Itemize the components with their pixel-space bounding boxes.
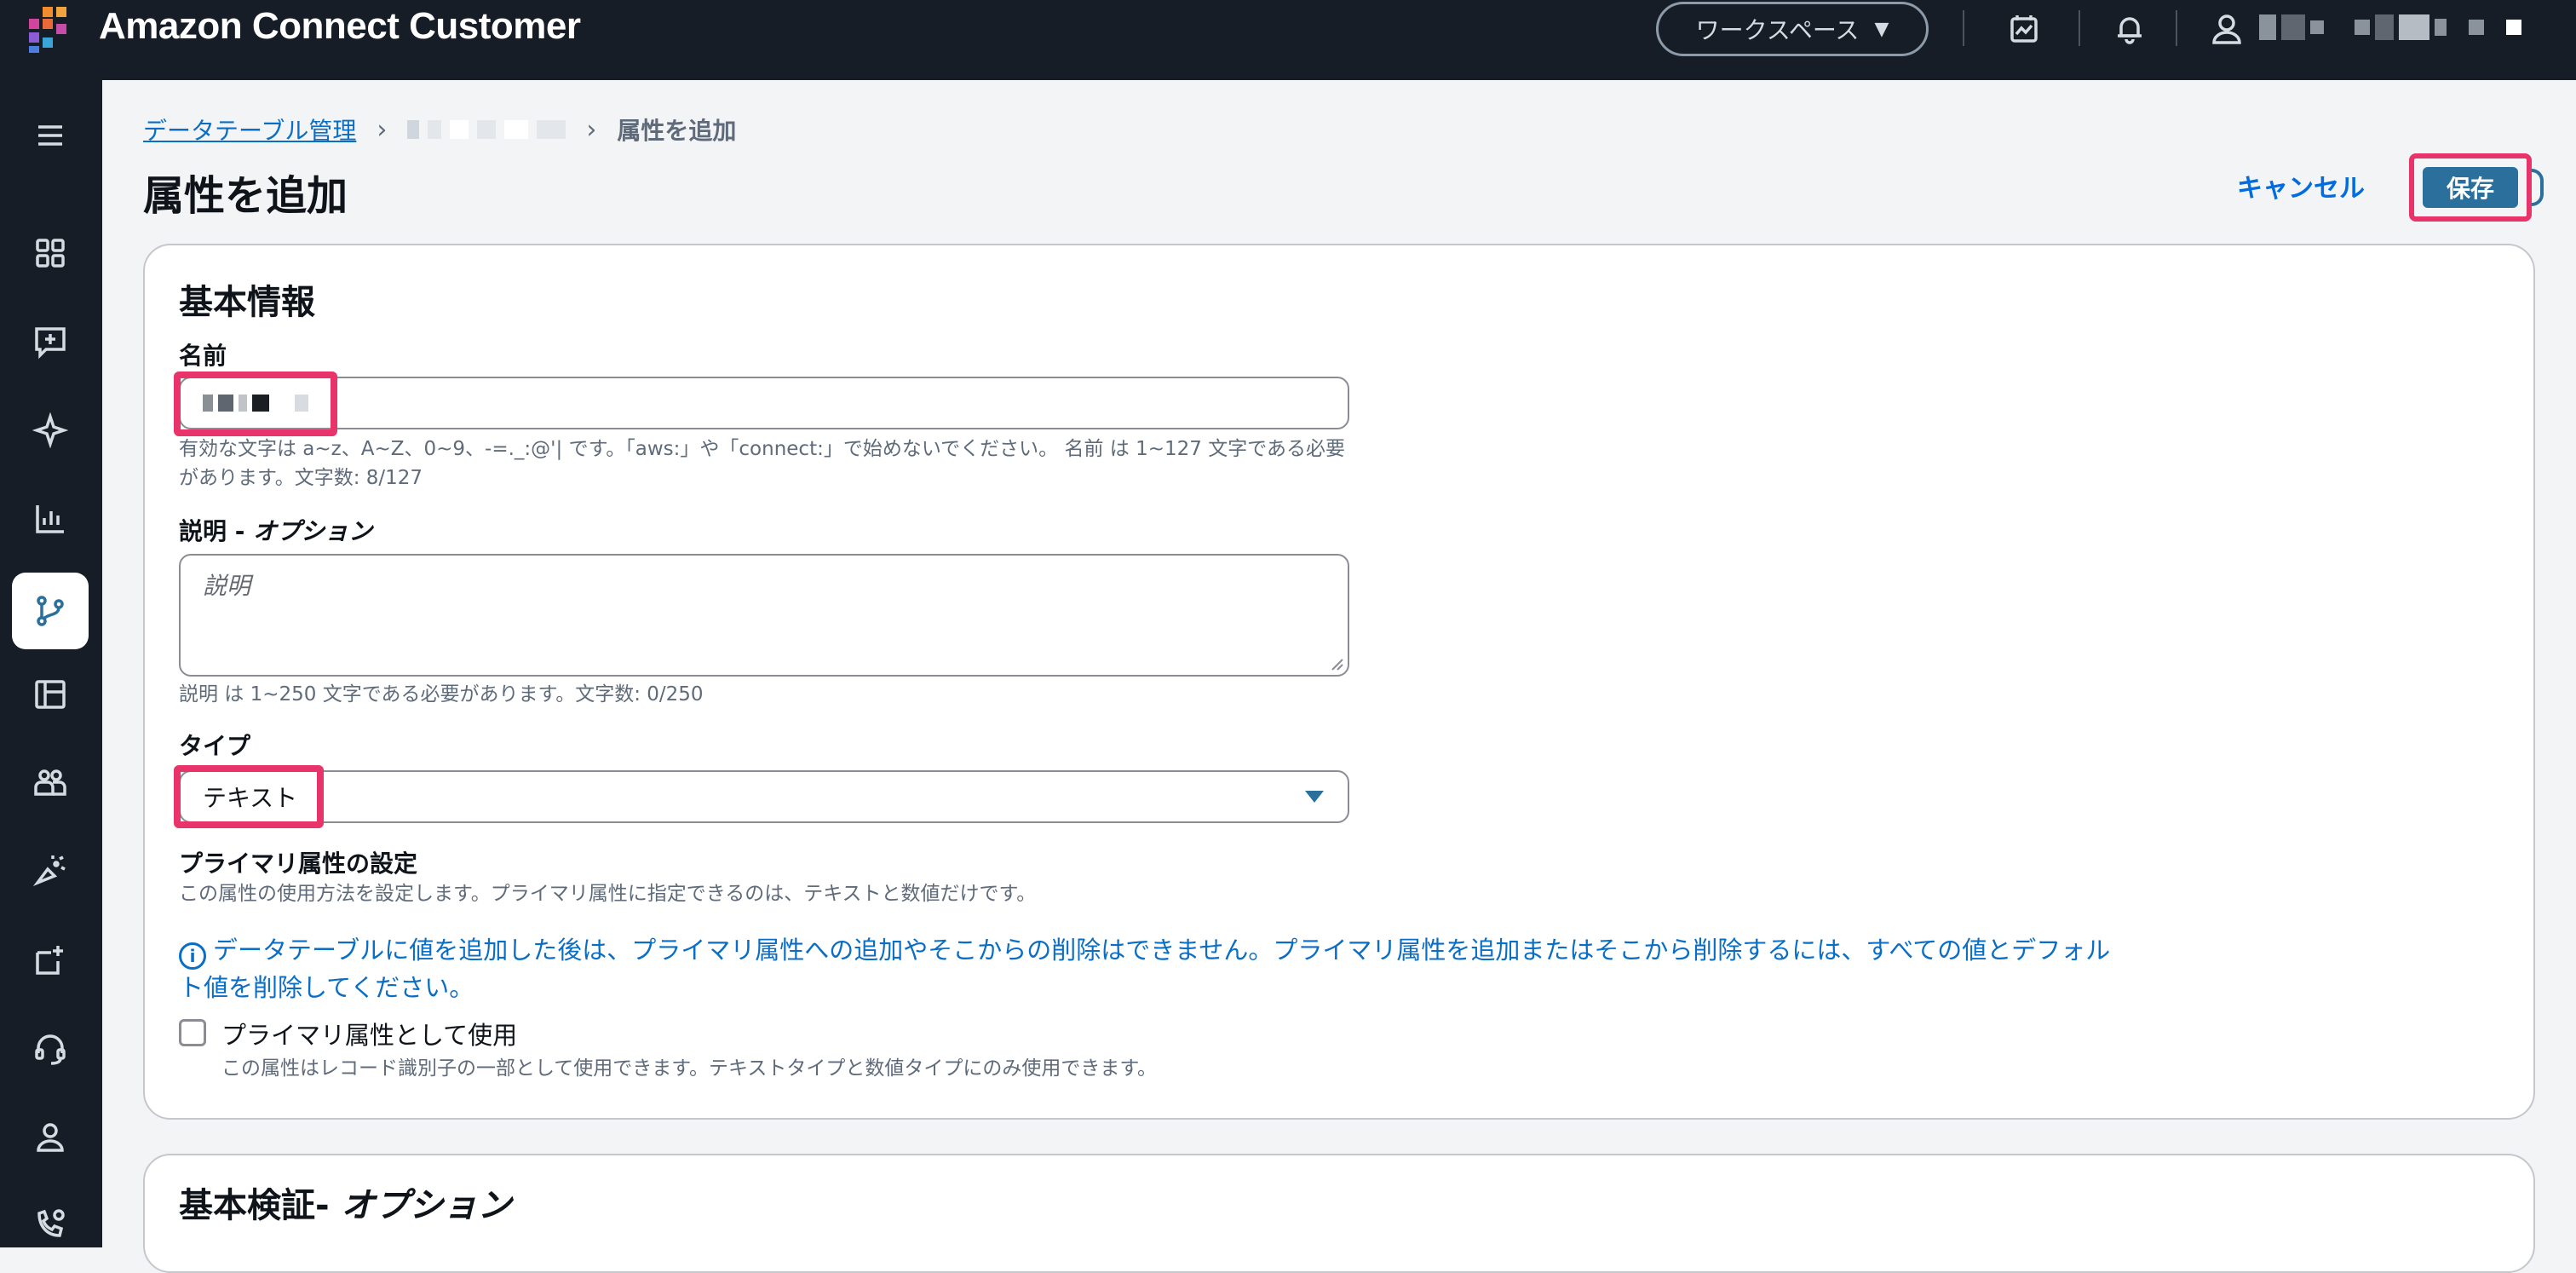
users-icon [34,769,66,796]
validation-panel: 基本検証- オプション [143,1154,2535,1273]
description-label: 説明 - オプション [179,513,372,547]
type-selected-value: テキスト [203,784,298,812]
breadcrumb-table-name-redacted[interactable] [407,120,566,139]
headset-icon [35,1034,66,1065]
basic-info-panel: 基本情報 名前 有効な文字は a~z、A~Z、0~9、-=._:@'| です。「… [143,244,2535,1120]
type-select[interactable]: テキスト [179,770,1349,823]
name-value-redacted [203,395,308,412]
workspace-label: ワークスペース [1695,16,1860,44]
sparkle-icon [32,412,68,448]
calendar-chart-icon[interactable] [2007,12,2041,46]
nav-ai[interactable] [12,392,89,469]
table-layout-icon [35,680,66,709]
save-button-highlight: 保存 [2409,153,2532,222]
chevron-right-icon: › [377,114,388,145]
page-title: 属性を追加 [143,172,348,220]
description-label-optional: オプション [253,517,373,545]
caret-down-icon [1305,791,1324,803]
top-divider [1963,10,1964,46]
top-bar: Amazon Connect Customer ワークスペース ▼ [0,0,2576,80]
phone-settings-icon [37,1209,65,1237]
nav-integrations[interactable] [12,922,89,999]
section-title-validation: 基本検証- オプション [179,1178,512,1227]
workspace-dropdown[interactable]: ワークスペース ▼ [1656,2,1929,56]
nav-layout[interactable] [12,656,89,733]
primary-settings-title: プライマリ属性の設定 [179,850,418,878]
primary-info-text: データテーブルに値を追加した後は、プライマリ属性への追加やそこからの削除はできま… [179,936,2111,1002]
nav-routing[interactable] [12,573,89,649]
resize-grip-icon[interactable] [1329,656,1344,671]
validation-title-text: 基本検証- [179,1186,342,1225]
app-plus-icon [36,946,63,975]
top-divider [2176,10,2177,46]
person-icon [37,1123,64,1152]
description-placeholder: 説明 [203,572,251,600]
description-textarea[interactable]: 説明 [179,554,1349,677]
nav-channels[interactable] [12,1011,89,1087]
menu-toggle-button[interactable] [12,97,89,174]
nav-profile[interactable] [12,1099,89,1176]
top-divider [2079,10,2080,46]
primary-attribute-checkbox-desc: この属性はレコード識別子の一部として使用できます。テキストタイプと数値タイプにの… [221,1057,1158,1080]
description-hint: 説明 は 1~250 文字である必要があります。文字数: 0/250 [179,683,704,706]
primary-info-alert: i データテーブルに値を追加した後は、プライマリ属性への追加やそこからの削除はでき… [179,932,2130,1005]
nav-messages[interactable] [12,303,89,380]
left-navigation [0,80,102,1247]
description-label-text: 説明 - [179,517,254,545]
nav-analytics[interactable] [12,481,89,557]
breadcrumb: データテーブル管理 › › 属性を追加 [143,112,736,147]
user-icon[interactable] [2210,12,2244,46]
type-label: タイプ [179,732,251,760]
primary-settings-desc: この属性の使用方法を設定します。プライマリ属性に指定できるのは、テキストと数値だ… [179,883,1037,905]
breadcrumb-data-table-management[interactable]: データテーブル管理 [143,112,356,147]
grid-icon [36,239,65,268]
user-name-redacted [2259,10,2521,44]
nav-campaigns[interactable] [12,833,89,910]
section-title-basic-info: 基本情報 [179,283,315,322]
save-button-edge [2532,169,2544,206]
nav-dashboard[interactable] [12,215,89,291]
save-button[interactable]: 保存 [2423,167,2518,208]
bar-chart-icon [36,505,64,533]
validation-title-optional: オプション [341,1186,512,1225]
cancel-button[interactable]: キャンセル [2237,167,2365,204]
primary-attribute-checkbox-label[interactable]: プライマリ属性として使用 [221,1016,517,1051]
name-input[interactable] [179,377,1349,429]
info-icon: i [179,942,206,970]
nav-users[interactable] [12,745,89,821]
nav-phone[interactable] [12,1184,89,1261]
app-title: Amazon Connect Customer [99,5,581,47]
bell-icon[interactable] [2113,12,2147,46]
primary-attribute-checkbox[interactable] [179,1019,206,1046]
chevron-right-icon: › [586,114,597,145]
name-label: 名前 [179,342,227,370]
megaphone-icon [32,855,66,886]
hamburger-icon [38,125,62,146]
caret-down-icon: ▼ [1874,18,1889,40]
name-hint: 有効な文字は a~z、A~Z、0~9、-=._:@'| です。「aws:」や「c… [179,438,1345,489]
chat-plus-icon [35,327,66,360]
flow-branch-icon [37,596,64,626]
amazon-connect-logo [29,7,66,53]
breadcrumb-current: 属性を追加 [617,117,737,145]
